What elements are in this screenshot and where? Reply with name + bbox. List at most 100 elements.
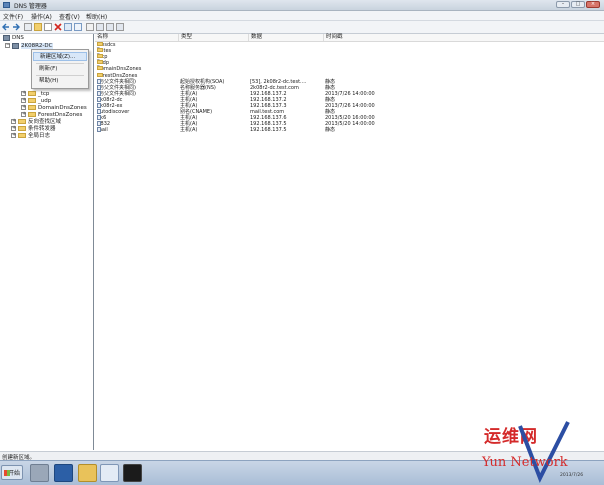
table-row[interactable]: (与父文件夹相同) 名称服务器(NS) 2k08r2-dc.test.com 静态 bbox=[95, 84, 604, 91]
expand-icon[interactable]: + bbox=[11, 133, 16, 138]
folder-icon bbox=[28, 105, 36, 110]
taskbar: 开始 2013/7/26 bbox=[0, 460, 604, 485]
cell-data: 192.168.137.5 bbox=[250, 127, 287, 133]
column-header-data[interactable]: 数据 bbox=[248, 34, 262, 41]
table-row[interactable]: autodiscover 别名(CNAME) mail.test.com 静态 bbox=[95, 109, 604, 115]
table-row[interactable]: _tcp bbox=[95, 54, 604, 60]
zone-icon[interactable] bbox=[106, 23, 114, 31]
table-row[interactable]: _udp bbox=[95, 60, 604, 66]
cell-name: ForestDnsZones bbox=[97, 72, 138, 79]
properties-icon[interactable] bbox=[44, 23, 52, 31]
table-row[interactable]: 2k08r2-ex 主机(A) 192.168.137.3 2013/7/26 14:… bbox=[95, 103, 604, 109]
menu-new-zone[interactable]: 新建区域(Z)... bbox=[33, 52, 87, 61]
folder-icon bbox=[18, 126, 26, 131]
export-list-icon[interactable] bbox=[74, 23, 82, 31]
cell-text: 192.168.137.5 bbox=[250, 121, 287, 128]
menu-action[interactable]: 操作(A) bbox=[31, 12, 52, 21]
dns-manager-taskbar-icon[interactable] bbox=[100, 464, 119, 482]
cell-timestamp: 静态 bbox=[325, 85, 335, 91]
explorer-icon[interactable] bbox=[78, 464, 97, 482]
table-row[interactable]: mail 主机(A) 192.168.137.5 静态 bbox=[95, 127, 604, 133]
cell-name: (与父文件夹相同) bbox=[97, 78, 136, 85]
cell-name: _tcp bbox=[97, 54, 107, 60]
minimize-button[interactable]: – bbox=[556, 1, 570, 8]
expand-icon[interactable]: + bbox=[21, 105, 26, 110]
cell-text: [53], 2k08r2-dc.test.... bbox=[250, 78, 307, 85]
expand-icon[interactable]: + bbox=[21, 98, 26, 103]
start-button[interactable]: 开始 bbox=[1, 465, 23, 480]
back-icon[interactable] bbox=[2, 23, 10, 31]
menu-file[interactable]: 文件(F) bbox=[3, 12, 23, 21]
expand-icon[interactable]: + bbox=[11, 119, 16, 124]
help-icon[interactable] bbox=[86, 23, 94, 31]
record-icon bbox=[97, 90, 101, 96]
menu-refresh[interactable]: 刷新(F) bbox=[33, 65, 87, 74]
column-header-timestamp[interactable]: 时间戳 bbox=[323, 34, 343, 41]
show-tree-icon[interactable] bbox=[34, 23, 42, 31]
record-icon bbox=[97, 127, 101, 133]
cell-text: 主机(A) bbox=[180, 90, 198, 97]
table-row[interactable]: (与父文件夹相同) 主机(A) 192.168.137.2 2013/7/26 14:… bbox=[95, 90, 604, 97]
cell-text: (与父文件夹相同) bbox=[97, 78, 136, 85]
cell-text: (与父文件夹相同) bbox=[97, 90, 136, 97]
record-icon bbox=[97, 121, 101, 127]
record-icon bbox=[97, 78, 101, 84]
folder-icon bbox=[97, 48, 103, 53]
up-level-icon[interactable] bbox=[24, 23, 32, 31]
cell-text: 主机(A) bbox=[180, 96, 198, 103]
cell-text: ForestDnsZones bbox=[97, 72, 138, 79]
server-manager-icon[interactable] bbox=[30, 464, 49, 482]
refresh-icon[interactable] bbox=[64, 23, 72, 31]
folder-icon bbox=[28, 91, 36, 96]
expand-icon[interactable]: + bbox=[21, 91, 26, 96]
server-icon[interactable] bbox=[96, 23, 104, 31]
cell-timestamp: 2013/5/20 16:00:00 bbox=[325, 115, 375, 121]
cell-text: (与父文件夹相同) bbox=[97, 84, 136, 91]
menu-help-item[interactable]: 帮助(H) bbox=[33, 77, 87, 86]
forward-icon[interactable] bbox=[12, 23, 20, 31]
record-icon bbox=[97, 84, 101, 90]
column-header-name[interactable]: 名称 bbox=[95, 34, 108, 41]
cell-text: 192.168.137.3 bbox=[250, 103, 287, 109]
cell-text: 静态 bbox=[325, 127, 336, 134]
dns-app-icon bbox=[3, 2, 10, 8]
cell-name: hk6 bbox=[97, 115, 106, 121]
table-row[interactable]: (与父文件夹相同) 起始授权机构(SOA) [53], 2k08r2-dc.test… bbox=[95, 78, 604, 85]
cell-name: DomainDnsZones bbox=[97, 66, 141, 72]
cell-name: _sites bbox=[97, 48, 111, 54]
folder-icon bbox=[97, 72, 103, 77]
delete-icon[interactable] bbox=[54, 23, 62, 31]
close-button[interactable]: × bbox=[586, 1, 600, 8]
menu-help[interactable]: 帮助(H) bbox=[86, 12, 107, 21]
record-icon[interactable] bbox=[116, 23, 124, 31]
window-title: DNS 管理器 bbox=[14, 3, 47, 10]
cmd-icon[interactable] bbox=[123, 464, 142, 482]
maximize-button[interactable]: □ bbox=[571, 1, 585, 8]
powershell-icon[interactable] bbox=[54, 464, 73, 482]
cell-text: 静态 bbox=[325, 96, 336, 103]
table-row[interactable]: _msdcs bbox=[95, 42, 604, 48]
table-row[interactable]: _sites bbox=[95, 48, 604, 54]
tree-item-global-logs[interactable]: + 全局日志 bbox=[11, 132, 50, 140]
cell-text: 192.168.137.6 bbox=[250, 115, 287, 122]
details-pane: 名称 类型 数据 时间戳 _msdcs_sites_tcp_udpDomainD… bbox=[95, 34, 604, 450]
expand-icon[interactable]: + bbox=[11, 126, 16, 131]
clock[interactable]: 2013/7/26 bbox=[560, 473, 583, 478]
collapse-icon[interactable]: − bbox=[5, 43, 10, 48]
tree-item-dns[interactable]: DNS bbox=[3, 34, 24, 42]
cell-data: 192.168.137.6 bbox=[250, 115, 287, 121]
table-row[interactable]: KB32 主机(A) 192.168.137.5 2013/5/20 14:00:00 bbox=[95, 121, 604, 127]
dns-icon bbox=[3, 34, 10, 41]
cell-text: 起始授权机构(SOA) bbox=[180, 78, 225, 85]
menu-separator bbox=[36, 75, 84, 76]
table-row[interactable]: ForestDnsZones bbox=[95, 72, 604, 79]
expand-icon[interactable]: + bbox=[21, 112, 26, 117]
table-row[interactable]: hk6 主机(A) 192.168.137.6 2013/5/20 16:00:00 bbox=[95, 115, 604, 121]
cell-text: 192.168.137.5 bbox=[250, 127, 287, 134]
table-row[interactable]: 2k08r2-dc 主机(A) 192.168.137.2 静态 bbox=[95, 96, 604, 103]
record-icon bbox=[97, 115, 101, 121]
cell-data: 192.168.137.5 bbox=[250, 121, 287, 127]
table-row[interactable]: DomainDnsZones bbox=[95, 66, 604, 72]
menu-view[interactable]: 查看(V) bbox=[59, 12, 80, 21]
column-header-type[interactable]: 类型 bbox=[178, 34, 192, 41]
